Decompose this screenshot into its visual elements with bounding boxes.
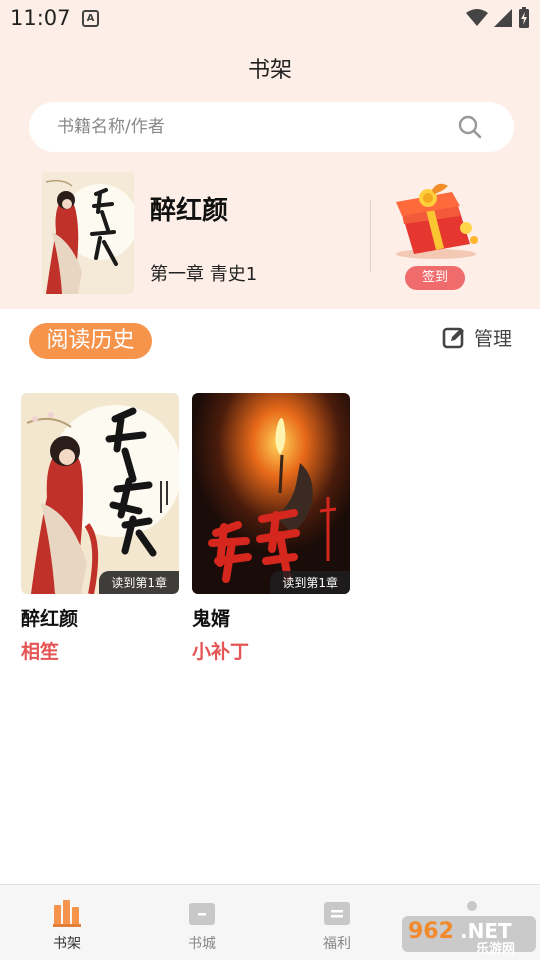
signal-icon [494,9,512,27]
book-card-guixu[interactable]: 读到第1章 鬼婿 小补丁 [192,393,350,664]
edit-icon [442,327,464,348]
nav-label: 福利 [323,936,351,952]
book-author: 相笙 [21,641,60,663]
nav-label: 书城 [188,936,216,952]
progress-badge: 读到第1章 [270,571,350,594]
bookshelf-icon [53,900,81,927]
book-author: 小补丁 [192,641,250,663]
nav-bookstore[interactable]: 书城 [162,899,242,953]
bookstore-icon [189,903,215,925]
book-title[interactable]: 鬼婿 [192,604,350,631]
current-book-title[interactable]: 醉红颜 [150,190,228,227]
wifi-icon [466,9,488,26]
status-time: 11:07 [10,6,71,30]
manage-button[interactable]: 管理 [442,324,512,351]
page-title: 书架 [247,58,292,83]
svg-text:.NET: .NET [460,919,512,943]
current-book-cover[interactable] [42,172,134,294]
notification-icon: A [82,10,99,27]
search-icon[interactable] [458,115,482,139]
welfare-icon [324,902,350,925]
book-title[interactable]: 醉红颜 [21,604,179,631]
reading-history-tag: 阅读历史 [29,323,152,359]
nav-welfare[interactable]: 福利 [297,899,377,953]
nav-label: 书架 [53,936,81,952]
nav-bookshelf[interactable]: 书架 [27,899,107,953]
watermark-logo: 962 .NET 乐游网 [402,901,536,956]
checkin-button[interactable]: 签到 [405,266,465,290]
search-bar[interactable] [29,102,514,152]
svg-text:962: 962 [408,919,454,944]
gift-box-icon[interactable] [388,180,484,260]
book-cover[interactable]: 读到第1章 [21,393,179,594]
status-bar: 11:07 A [0,0,540,38]
divider [370,200,371,272]
svg-text:乐游网: 乐游网 [476,941,515,956]
progress-badge: 读到第1章 [99,571,179,594]
search-input[interactable] [57,102,457,152]
battery-icon [519,7,529,28]
book-cover[interactable]: 读到第1章 [192,393,350,594]
current-book-chapter[interactable]: 第一章 青史1 [150,260,257,286]
manage-label: 管理 [474,328,513,350]
book-card-zuihongyan[interactable]: 读到第1章 醉红颜 相笙 [21,393,179,664]
status-icons [466,7,530,29]
